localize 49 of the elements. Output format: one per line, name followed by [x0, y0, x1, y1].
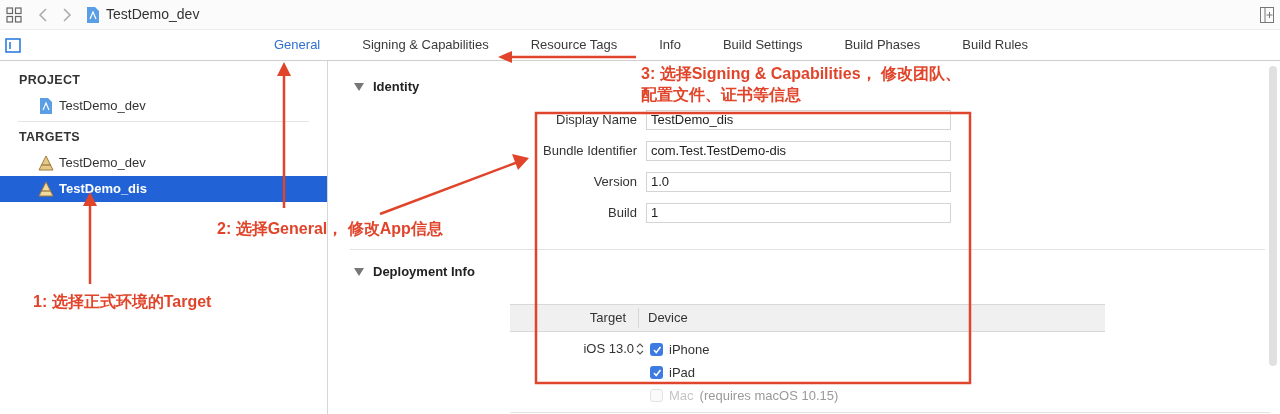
tab[interactable]: Resource Tags	[530, 35, 618, 55]
checkbox-label: Mac	[669, 386, 694, 405]
text-field[interactable]: 1.0	[646, 172, 951, 192]
tab[interactable]: General	[274, 35, 321, 55]
text-field[interactable]: com.Test.TestDemo-dis	[646, 141, 951, 161]
checkbox-label: iPad	[669, 363, 696, 382]
checkbox-label: iPhone	[669, 340, 710, 359]
checkbox[interactable]	[650, 343, 663, 356]
column-header: Target	[588, 309, 627, 328]
tab[interactable]: Info	[659, 35, 681, 55]
tab[interactable]: Build Phases	[844, 35, 921, 55]
field-label: Bundle Identifier	[542, 142, 638, 161]
forward-icon[interactable]	[62, 6, 72, 23]
field-label: Build	[607, 204, 638, 223]
section-heading: TARGETS	[18, 128, 81, 146]
app-target-icon	[38, 154, 54, 172]
sidebar-toggle-icon[interactable]	[5, 38, 21, 53]
annotation-text: 1: 选择正式环境的Target	[33, 292, 212, 312]
section-heading: PROJECT	[18, 71, 82, 89]
checkbox[interactable]	[650, 366, 663, 379]
annotation-text: 配置文件、证书等信息	[641, 85, 802, 105]
disclosure-triangle-icon[interactable]	[354, 82, 364, 92]
stepper-icon[interactable]	[636, 342, 644, 356]
tab[interactable]: Build Settings	[722, 35, 803, 55]
grid-icon[interactable]	[6, 6, 22, 23]
requirement-note: (requires macOS 10.15)	[699, 386, 839, 405]
field-label: Display Name	[555, 111, 638, 130]
column-header: Device	[647, 309, 688, 328]
back-icon[interactable]	[38, 6, 48, 23]
field-label: Version	[592, 173, 638, 192]
inspector-toggle-icon[interactable]	[1260, 6, 1274, 23]
app-target-icon	[38, 180, 54, 198]
scrollbar[interactable]	[1269, 66, 1277, 366]
tab[interactable]: Build Rules	[962, 35, 1029, 55]
sidebar-item[interactable]: TestDemo_dev	[0, 150, 327, 176]
tab[interactable]: Signing & Capabilities	[362, 35, 489, 55]
disclosure-triangle-icon[interactable]	[354, 266, 364, 277]
text-field[interactable]: 1	[646, 203, 951, 223]
target-version[interactable]: iOS 13.0	[583, 340, 634, 358]
project-file-icon	[38, 97, 54, 115]
sidebar-item[interactable]: TestDemo_dis	[0, 176, 327, 202]
text-field[interactable]: TestDemo_dis	[646, 110, 951, 130]
section-title: Deployment Info	[373, 262, 475, 281]
annotation-text: 2: 选择General， 修改App信息	[217, 219, 443, 239]
sidebar-item[interactable]: TestDemo_dev	[0, 93, 327, 119]
file-breadcrumb[interactable]: TestDemo_dev	[106, 4, 200, 25]
project-file-icon	[86, 5, 100, 24]
section-title: Identity	[373, 78, 420, 97]
annotation-text: 3: 选择Signing & Capabilities， 修改团队、	[641, 64, 962, 84]
